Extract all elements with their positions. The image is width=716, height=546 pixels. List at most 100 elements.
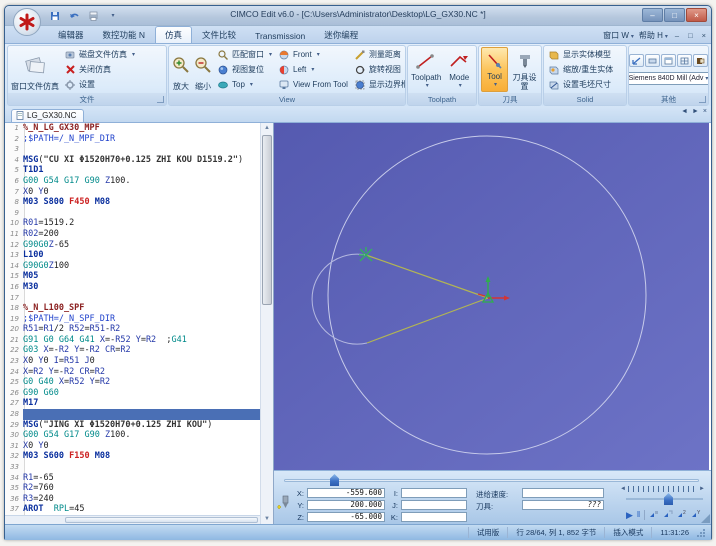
scroll-down-icon[interactable]: ▼ bbox=[261, 514, 273, 524]
editor-hscrollbar[interactable] bbox=[5, 515, 260, 524]
code-line[interactable]: 27M17 bbox=[5, 398, 260, 409]
code-line[interactable]: 30G00 G54 G17 G90 Z100. bbox=[5, 430, 260, 441]
code-line[interactable]: 20R51=R1/2 R52=R51-R2 bbox=[5, 324, 260, 335]
code-line[interactable]: 24X=R2 Y=-R2 CR=R2 bbox=[5, 367, 260, 378]
progress-slider[interactable] bbox=[284, 479, 699, 482]
tool-field[interactable]: ??? bbox=[522, 500, 604, 510]
view-front-button[interactable]: Front bbox=[276, 48, 350, 62]
tab-editor[interactable]: 编辑器 bbox=[49, 27, 93, 43]
editor-vscrollbar[interactable]: ▲ ▼ bbox=[260, 123, 273, 524]
show-solid-model-button[interactable]: 显示实体模型 bbox=[546, 48, 615, 62]
close-sim-button[interactable]: 关闭仿真 bbox=[62, 63, 137, 77]
code-editor[interactable]: 1%_N_LG_GX30_MPF2;$PATH=/_N_MPF_DIR3 4MS… bbox=[5, 123, 260, 524]
code-line[interactable]: 22G03 X=-R2 Y=-R2 CR=R2 bbox=[5, 345, 260, 356]
window-resize-grip[interactable] bbox=[697, 529, 705, 537]
j-value-field[interactable] bbox=[401, 500, 467, 510]
step-operation-button[interactable] bbox=[663, 509, 673, 521]
mdi-restore-button[interactable]: □ bbox=[686, 31, 695, 40]
tab-close-icon[interactable]: × bbox=[702, 108, 708, 115]
code-line[interactable]: 7X0 Y0 bbox=[5, 187, 260, 198]
toolpath-canvas[interactable] bbox=[274, 123, 711, 470]
set-stock-size-button[interactable]: 设置毛坯尺寸 bbox=[546, 78, 615, 92]
tab-file-compare[interactable]: 文件比较 bbox=[193, 27, 245, 43]
code-line[interactable]: 10R01=1519.2 bbox=[5, 218, 260, 229]
mdi-minimize-button[interactable]: – bbox=[673, 31, 681, 40]
k-value-field[interactable] bbox=[401, 512, 467, 522]
rotate-view-button[interactable]: 旋转视图 bbox=[352, 63, 406, 77]
tool-setup-button[interactable]: 刀具设置 bbox=[510, 47, 539, 92]
code-line[interactable]: 34R1=-65 bbox=[5, 473, 260, 484]
code-line[interactable]: 15M05 bbox=[5, 271, 260, 282]
feed-rate-field[interactable] bbox=[522, 488, 604, 498]
panel-resize-grip[interactable] bbox=[701, 514, 710, 523]
vscroll-thumb[interactable] bbox=[262, 135, 272, 305]
fit-window-button[interactable]: 匹配窗口 bbox=[215, 48, 274, 62]
step-z-button[interactable]: 2 bbox=[677, 509, 687, 521]
code-line[interactable]: 1%_N_LG_GX30_MPF bbox=[5, 123, 260, 134]
code-line[interactable]: 14G90G0Z100 bbox=[5, 261, 260, 272]
code-line[interactable]: 5T1D1 bbox=[5, 165, 260, 176]
code-line[interactable]: 31X0 Y0 bbox=[5, 441, 260, 452]
hscroll-thumb[interactable] bbox=[65, 517, 258, 523]
code-line[interactable]: 26G90 G60 bbox=[5, 388, 260, 399]
code-line[interactable]: 21G91 G0 G64 G41 X=-R52 Y=R2 ;G41 bbox=[5, 335, 260, 346]
window-file-sim-button[interactable]: 窗口文件仿真 bbox=[10, 47, 60, 92]
progress-thumb[interactable] bbox=[330, 474, 339, 486]
code-line[interactable]: 12G90G0Z-65 bbox=[5, 240, 260, 251]
code-line[interactable]: 19;$PATH=/_N_SPF_DIR bbox=[5, 314, 260, 325]
step-block-button[interactable] bbox=[649, 509, 659, 521]
minimize-button[interactable]: – bbox=[642, 8, 663, 22]
view-from-tool-button[interactable]: View From Tool bbox=[276, 78, 350, 92]
code-line[interactable]: 29MSG("JING XI Φ1520H70+0.125 ZHI KOU") bbox=[5, 420, 260, 431]
x-value-field[interactable]: -559.600 bbox=[307, 488, 385, 498]
code-line[interactable]: 17 bbox=[5, 293, 260, 304]
settings-button[interactable]: 设置 bbox=[62, 78, 137, 92]
tab-simulation[interactable]: 仿真 bbox=[155, 26, 192, 43]
toolpath-button[interactable]: Toolpath bbox=[410, 47, 442, 92]
view-top-button[interactable]: Top bbox=[215, 78, 274, 92]
code-line[interactable]: 36R3=240 bbox=[5, 494, 260, 505]
dialog-launcher-icon[interactable] bbox=[699, 96, 706, 103]
code-line[interactable]: 2;$PATH=/_N_MPF_DIR bbox=[5, 134, 260, 145]
code-line[interactable]: 18%_N_L100_SPF bbox=[5, 303, 260, 314]
speed-faster-icon[interactable]: ► bbox=[699, 486, 705, 492]
other-button-4[interactable] bbox=[677, 54, 692, 67]
code-area[interactable]: 1%_N_LG_GX30_MPF2;$PATH=/_N_MPF_DIR3 4MS… bbox=[5, 123, 260, 515]
help-menu[interactable]: 帮助 H bbox=[639, 30, 668, 41]
tab-nc-functions[interactable]: 数控功能 N bbox=[94, 27, 155, 43]
regenerate-solid-button[interactable]: 缩放/重生实体 bbox=[546, 63, 615, 77]
tab-transmission[interactable]: Transmission bbox=[246, 29, 314, 43]
disk-file-sim-button[interactable]: 磁盘文件仿真 bbox=[62, 48, 137, 62]
pause-button[interactable]: ‖ bbox=[637, 510, 640, 520]
code-line[interactable]: 13L100 bbox=[5, 250, 260, 261]
maximize-button[interactable]: □ bbox=[664, 8, 685, 22]
view-left-button[interactable]: Left bbox=[276, 63, 350, 77]
other-button-3[interactable] bbox=[661, 54, 676, 67]
play-button[interactable]: ▶ bbox=[626, 510, 633, 520]
app-menu-button[interactable] bbox=[13, 8, 41, 36]
code-line[interactable]: 37AROT RPL=45 bbox=[5, 504, 260, 515]
code-line[interactable]: 6G00 G54 G17 G90 Z100. bbox=[5, 176, 260, 187]
dialog-launcher-icon[interactable] bbox=[157, 96, 164, 103]
zoom-in-button[interactable]: 放大 bbox=[171, 47, 191, 92]
tab-scroll-right-icon[interactable]: ► bbox=[691, 108, 700, 115]
code-line[interactable]: 11R02=200 bbox=[5, 229, 260, 240]
zoom-out-button[interactable]: 缩小 bbox=[193, 47, 213, 92]
code-line[interactable]: 3 bbox=[5, 144, 260, 155]
tab-mini-programming[interactable]: 迷你编程 bbox=[315, 27, 367, 43]
tool-button[interactable]: Tool bbox=[481, 47, 508, 92]
show-bounding-box-button[interactable]: 显示边界框 bbox=[352, 78, 406, 92]
other-button-5[interactable] bbox=[693, 54, 708, 67]
tab-scroll-left-icon[interactable]: ◄ bbox=[680, 108, 689, 115]
other-button-1[interactable] bbox=[629, 54, 644, 67]
code-line[interactable]: 8M03 S800 F450 M08 bbox=[5, 197, 260, 208]
measure-distance-button[interactable]: 测量距离 bbox=[352, 48, 406, 62]
code-line[interactable]: 16M30 bbox=[5, 282, 260, 293]
reset-view-button[interactable]: 视图复位 bbox=[215, 63, 274, 77]
mdi-close-button[interactable]: × bbox=[700, 31, 708, 40]
code-line[interactable]: 9 bbox=[5, 208, 260, 219]
scroll-up-icon[interactable]: ▲ bbox=[261, 123, 273, 133]
other-button-2[interactable] bbox=[645, 54, 660, 67]
document-tab[interactable]: LG_GX30.NC bbox=[11, 109, 84, 122]
window-menu[interactable]: 窗口 W bbox=[603, 30, 634, 41]
